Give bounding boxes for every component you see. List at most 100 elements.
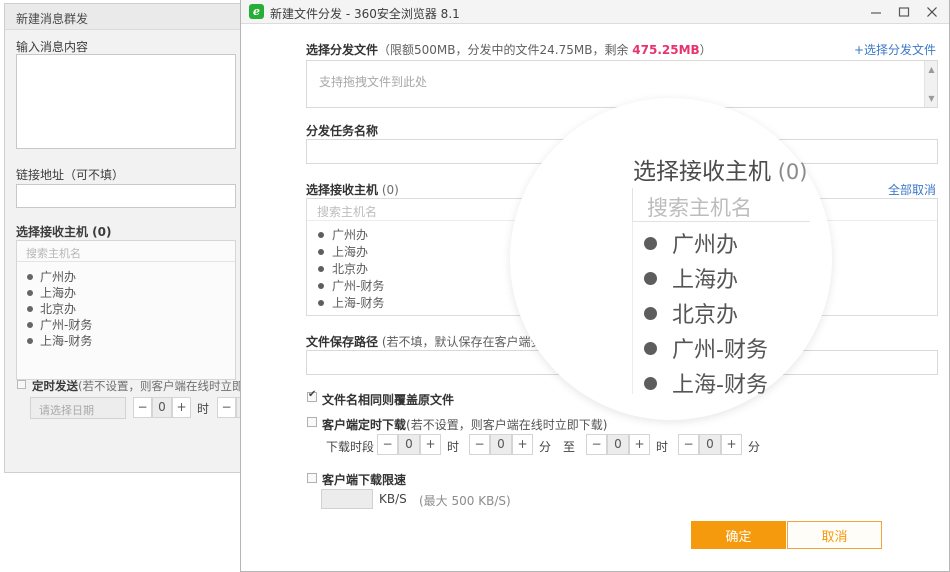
callout-list-border [632,222,633,394]
scheduled-download-label-bold: 客户端定时下载 [322,418,406,432]
select-file-label-tail: ） [700,43,712,57]
add-distribution-file-link[interactable]: +选择分发文件 [854,41,936,58]
bg-hour-value[interactable]: 0 [152,397,172,418]
end-minute-plus-button[interactable]: + [721,434,742,455]
link-address-label: 链接地址（可不填） [16,166,124,183]
bullet-icon [644,342,657,355]
start-minute-plus-button[interactable]: + [512,434,533,455]
speed-limit-unit: KB/S [379,492,407,506]
host-list-item[interactable]: 广州-财务 [318,277,384,294]
bg-schedule-checkbox[interactable] [17,380,26,389]
deselect-all-link[interactable]: 全部取消 [888,181,936,198]
start-minute-minus-button[interactable]: − [469,434,490,455]
scroll-down-icon[interactable]: ▼ [925,92,938,105]
bg-hour-plus-button[interactable]: + [172,397,191,418]
host-list-item[interactable]: 上海-财务 [318,294,384,311]
speed-limit-input[interactable] [321,489,373,509]
callout-search-input[interactable]: 搜索主机名 [632,188,810,222]
bg-schedule-label: 定时发送(若不设置，则客户端在线时立即接收) [32,378,271,394]
end-minute-minus-button[interactable]: − [678,434,699,455]
bullet-icon [27,274,33,280]
bg-minute-minus-button[interactable]: − [217,397,236,418]
callout-title-count: (0) [778,160,808,184]
callout-host-item[interactable]: 北京办 [644,297,738,329]
bullet-icon [318,283,324,289]
bg-hour-minus-button[interactable]: − [133,397,152,418]
callout-host-label: 广州-财务 [672,338,768,363]
host-label: 广州-财务 [332,279,384,293]
background-app-title: 新建消息群发 [16,10,88,27]
start-minute-unit: 分 [539,438,551,455]
end-minute-value[interactable]: 0 [699,434,721,455]
start-hour-value[interactable]: 0 [398,434,420,455]
message-content-label: 输入消息内容 [16,38,88,55]
file-drop-placeholder: 支持拖拽文件到此处 [319,73,427,90]
select-file-quota-text: （限额500MB，分发中的文件24.75MB，剩余 [378,43,632,57]
end-hour-plus-button[interactable]: + [629,434,650,455]
message-content-textarea[interactable] [16,54,236,149]
bullet-icon [644,272,657,285]
callout-host-item[interactable]: 广州办 [644,227,738,259]
maximize-icon[interactable] [890,0,918,24]
bullet-icon [318,300,324,306]
bg-host-label: 北京办 [40,302,76,316]
callout-host-item[interactable]: 上海-财务 [644,367,768,399]
background-app-titlebar: 新建消息群发 [5,4,246,30]
bg-schedule-label-bold: 定时发送 [32,379,78,393]
speed-limit-note: (最大 500 KB/S) [419,492,511,509]
dialog-title: 新建文件分发 - 360安全浏览器 8.1 [270,5,460,22]
host-search-placeholder: 搜索主机名 [317,203,377,220]
bullet-icon [27,306,33,312]
bg-hosts-listbox[interactable]: 搜索主机名 广州办 上海办 北京办 广州-财务 上海-财务 [16,240,236,380]
bg-host-item[interactable]: 上海办 [27,284,76,301]
bg-host-item[interactable]: 北京办 [27,300,76,317]
select-file-remaining: 475.25MB [632,43,699,57]
bullet-icon [27,290,33,296]
speed-limit-checkbox[interactable] [307,473,317,483]
scheduled-download-checkbox[interactable] [307,417,317,427]
bg-host-item[interactable]: 广州办 [27,268,76,285]
magnifier-callout: 选择接收主机 (0) 搜索主机名 广州办 上海办 北京办 广州-财务 上海-财务 [418,96,818,436]
bg-date-placeholder: 请选择日期 [39,402,94,418]
end-hour-minus-button[interactable]: − [586,434,607,455]
start-minute-value[interactable]: 0 [490,434,512,455]
scroll-up-icon[interactable]: ▲ [925,63,938,76]
download-period-label: 下载时段 [326,438,374,455]
callout-host-item[interactable]: 广州-财务 [644,332,768,364]
callout-title-bold: 选择接收主机 [633,159,771,185]
file-list-scrollbar[interactable]: ▲ ▼ [924,61,937,107]
start-hour-minus-button[interactable]: − [377,434,398,455]
dialog-titlebar: e 新建文件分发 - 360安全浏览器 8.1 [241,0,949,24]
end-hour-value[interactable]: 0 [607,434,629,455]
cancel-button[interactable]: 取消 [787,521,882,549]
browser-e-icon: e [249,4,264,19]
message-broadcast-panel: 新建消息群发 输入消息内容 链接地址（可不填） 选择接收主机 (0) 搜索主机名… [4,3,247,473]
start-hour-plus-button[interactable]: + [420,434,441,455]
bullet-icon [318,232,324,238]
callout-hosts-title: 选择接收主机 (0) [633,152,807,186]
close-icon[interactable] [918,0,946,24]
host-label: 北京办 [332,262,368,276]
select-file-label-bold: 选择分发文件 [306,43,378,57]
overwrite-checkbox[interactable] [307,392,317,402]
host-label: 上海办 [332,245,368,259]
speed-limit-label: 客户端下载限速 [322,471,406,488]
bullet-icon [644,377,657,390]
host-list-item[interactable]: 广州办 [318,226,368,243]
bg-host-search-input[interactable]: 搜索主机名 [17,241,235,262]
bullet-icon [318,266,324,272]
bg-date-picker[interactable]: 请选择日期 [30,397,126,419]
bg-hosts-label: 选择接收主机 (0) [16,223,112,240]
bg-host-item[interactable]: 广州-财务 [27,316,92,333]
host-list-item[interactable]: 北京办 [318,260,368,277]
link-address-input[interactable] [16,184,236,208]
task-name-label: 分发任务名称 [306,122,378,139]
confirm-button[interactable]: 确定 [691,521,786,549]
host-list-item[interactable]: 上海办 [318,243,368,260]
hosts-label: 选择接收主机 (0) [306,181,399,198]
save-path-label-bold: 文件保存路径 [306,335,378,349]
bullet-icon [318,249,324,255]
bg-host-item[interactable]: 上海-财务 [27,332,92,349]
callout-host-item[interactable]: 上海办 [644,262,738,294]
minimize-icon[interactable] [862,0,890,24]
